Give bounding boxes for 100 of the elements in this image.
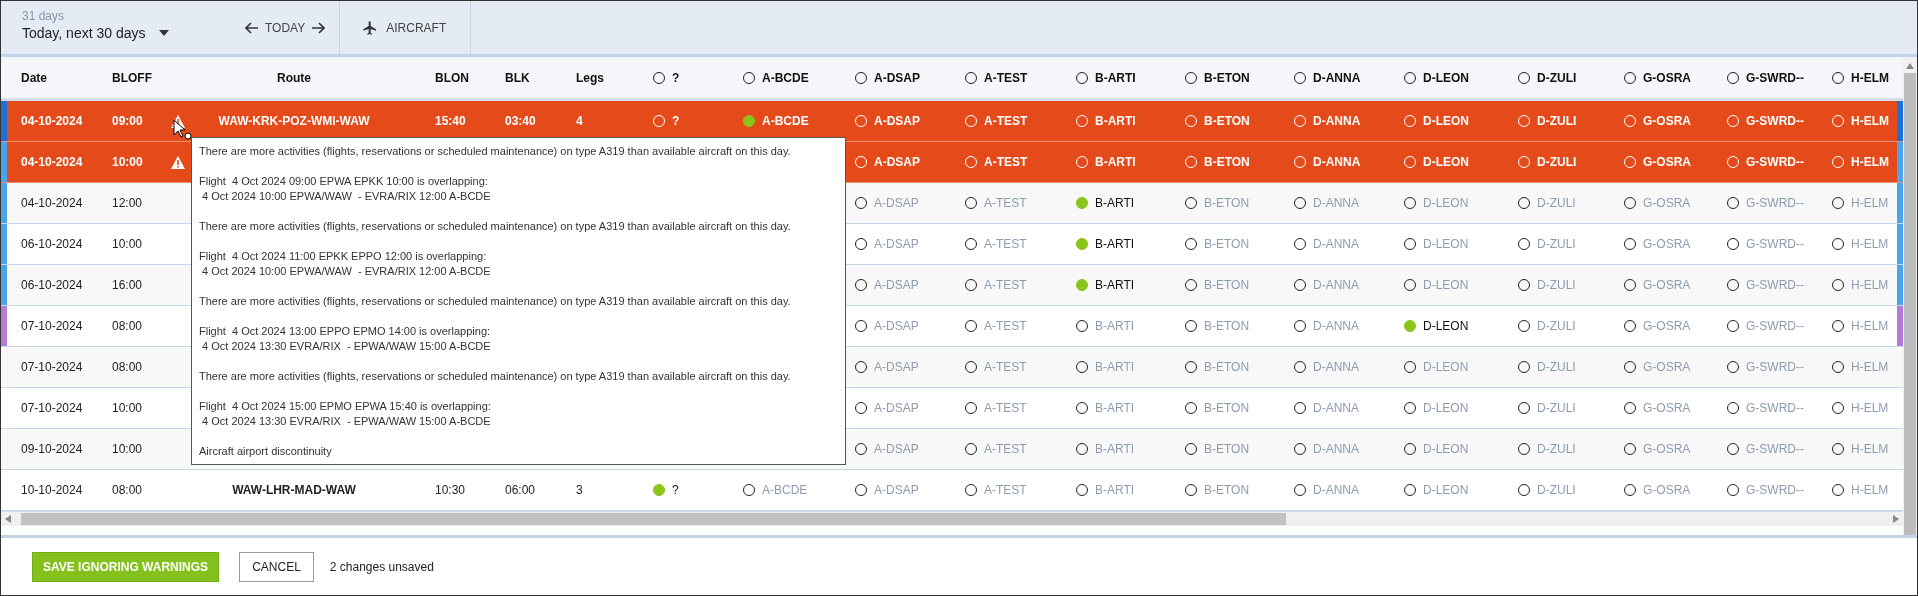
- column-header: Date: [20, 70, 48, 85]
- aircraft-label: A-TEST: [984, 483, 1027, 497]
- scroll-left-icon[interactable]: [5, 515, 11, 523]
- table-cell-text: 3: [576, 483, 584, 497]
- table-cell-text: 10:00: [112, 401, 144, 415]
- column-header: D-LEON: [1423, 70, 1469, 85]
- aircraft-label: G-SWRD--: [1746, 360, 1804, 374]
- selected-radio[interactable]: [1404, 320, 1416, 332]
- table-cell-text: 08:00: [112, 483, 144, 497]
- aircraft-label: G-SWRD--: [1746, 442, 1804, 456]
- aircraft-label: D-LEON: [1423, 360, 1469, 374]
- aircraft-label: D-LEON: [1423, 442, 1469, 456]
- aircraft-label: D-ANNA: [1313, 237, 1359, 251]
- aircraft-label: G-OSRA: [1643, 196, 1691, 210]
- column-header: A-BCDE: [762, 70, 809, 85]
- aircraft-label: B-ETON: [1204, 360, 1250, 374]
- status-text: 2 changes unsaved: [329, 559, 434, 574]
- scroll-up-icon[interactable]: [1906, 63, 1914, 69]
- cancel-button[interactable]: CANCEL: [239, 551, 314, 582]
- aircraft-label: B-ETON: [1204, 237, 1250, 251]
- selected-radio[interactable]: [1076, 197, 1088, 209]
- column-header: D-ANNA: [1313, 70, 1361, 85]
- aircraft-label: B-ARTI: [1095, 155, 1136, 169]
- selected-radio[interactable]: [743, 115, 755, 127]
- aircraft-label: A-TEST: [984, 360, 1027, 374]
- table-cell-text: 10:00: [112, 442, 144, 456]
- tooltip-message: Aircraft airport discontinuity: [199, 444, 333, 459]
- aircraft-label: B-ETON: [1204, 278, 1250, 292]
- column-header: D-ZULI: [1537, 70, 1577, 85]
- aircraft-label: D-ZULI: [1537, 319, 1576, 333]
- table-cell-text: 4: [576, 114, 584, 128]
- aircraft-label: ?: [672, 483, 679, 497]
- table-cell-text: 06-10-2024: [20, 237, 84, 251]
- aircraft-label: B-ETON: [1204, 483, 1250, 497]
- table-cell-text: 08:00: [112, 319, 144, 333]
- arrow-left-icon[interactable]: [245, 21, 259, 34]
- vertical-scrollbar[interactable]: [1903, 57, 1917, 535]
- column-header: G-SWRD--: [1746, 70, 1804, 85]
- aircraft-label: G-SWRD--: [1746, 196, 1804, 210]
- aircraft-label: A-TEST: [984, 278, 1027, 292]
- selected-radio[interactable]: [1076, 238, 1088, 250]
- table-cell-text: 16:00: [112, 278, 144, 292]
- aircraft-label: D-ZULI: [1537, 401, 1576, 415]
- aircraft-label: D-ZULI: [1537, 237, 1576, 251]
- table-cell-text: 09:00: [112, 114, 144, 128]
- today-button[interactable]: TODAY: [265, 20, 306, 35]
- aircraft-label: G-OSRA: [1643, 237, 1691, 251]
- aircraft-label: H-ELM: [1851, 114, 1889, 128]
- table-cell-text: 09-10-2024: [20, 442, 84, 456]
- flagged-row[interactable]: 04-10-2024 09:00 WAW-KRK-POZ-WMI-WAW 15:40 03:40 4 ? A-BCDE A-DSAP A-TEST B-ARTI B-ETON D-ANNA D-LEON D-ZULI G-OSRA G-SWRD-- H-ELM: [1, 101, 1903, 142]
- aircraft-label: G-SWRD--: [1746, 483, 1804, 497]
- aircraft-label: B-ETON: [1204, 114, 1250, 128]
- aircraft-label: A-TEST: [984, 196, 1027, 210]
- arrow-right-icon[interactable]: [311, 21, 326, 34]
- aircraft-label: H-ELM: [1851, 319, 1889, 333]
- aircraft-label: D-ZULI: [1537, 196, 1576, 210]
- aircraft-label: D-LEON: [1423, 401, 1469, 415]
- table-cell-text: WAW-KRK-POZ-WMI-WAW: [217, 114, 371, 128]
- scrollbar-thumb[interactable]: [21, 513, 1286, 525]
- aircraft-button[interactable]: AIRCRAFT: [340, 1, 472, 54]
- horizontal-scrollbar[interactable]: [1, 511, 1903, 526]
- aircraft-label: D-ANNA: [1313, 319, 1359, 333]
- column-header: B-ARTI: [1095, 70, 1136, 85]
- aircraft-label: D-LEON: [1423, 237, 1469, 251]
- aircraft-label: B-ARTI: [1095, 483, 1135, 497]
- aircraft-label: B-ARTI: [1095, 360, 1135, 374]
- aircraft-label: H-ELM: [1851, 278, 1889, 292]
- table-cell-text: 10:00: [112, 155, 144, 169]
- aircraft-label: B-ARTI: [1095, 237, 1135, 251]
- selected-radio[interactable]: [1076, 279, 1088, 291]
- column-header: BLON: [435, 70, 470, 85]
- period-dropdown[interactable]: Today, next 30 days: [22, 25, 170, 41]
- aircraft-label: D-ZULI: [1537, 442, 1576, 456]
- table-cell-text: 10:30: [435, 483, 467, 497]
- aircraft-label: G-OSRA: [1643, 155, 1691, 169]
- aircraft-label: A-DSAP: [874, 442, 919, 456]
- scrollbar-thumb[interactable]: [1904, 73, 1916, 535]
- aircraft-label: D-ANNA: [1313, 196, 1359, 210]
- aircraft-label: B-ETON: [1204, 155, 1250, 169]
- aircraft-label: B-ETON: [1204, 196, 1250, 210]
- aircraft-label: A-TEST: [984, 114, 1028, 128]
- column-header: B-ETON: [1204, 70, 1250, 85]
- column-header: A-DSAP: [874, 70, 920, 85]
- aircraft-label: D-ZULI: [1537, 278, 1576, 292]
- selected-radio[interactable]: [653, 484, 665, 496]
- aircraft-label: ?: [672, 114, 680, 128]
- table-cell-text: 15:40: [435, 114, 467, 128]
- column-header: Route: [276, 70, 312, 85]
- table-cell-text: 07-10-2024: [20, 401, 84, 415]
- column-header: BLK: [505, 70, 531, 85]
- aircraft-label: H-ELM: [1851, 196, 1889, 210]
- tooltip-message: There are more activities (flights, reservations or scheduled maintenance) on type A319 than available aircraft on this day.: [199, 369, 792, 384]
- aircraft-label: A-TEST: [984, 401, 1027, 415]
- aircraft-label: A-DSAP: [874, 278, 919, 292]
- aircraft-label: G-SWRD--: [1746, 401, 1804, 415]
- scroll-right-icon[interactable]: [1893, 515, 1899, 523]
- aircraft-label: D-ZULI: [1537, 114, 1577, 128]
- aircraft-label: H-ELM: [1851, 401, 1889, 415]
- aircraft-label: A-BCDE: [762, 114, 809, 128]
- aircraft-label: D-ANNA: [1313, 278, 1359, 292]
